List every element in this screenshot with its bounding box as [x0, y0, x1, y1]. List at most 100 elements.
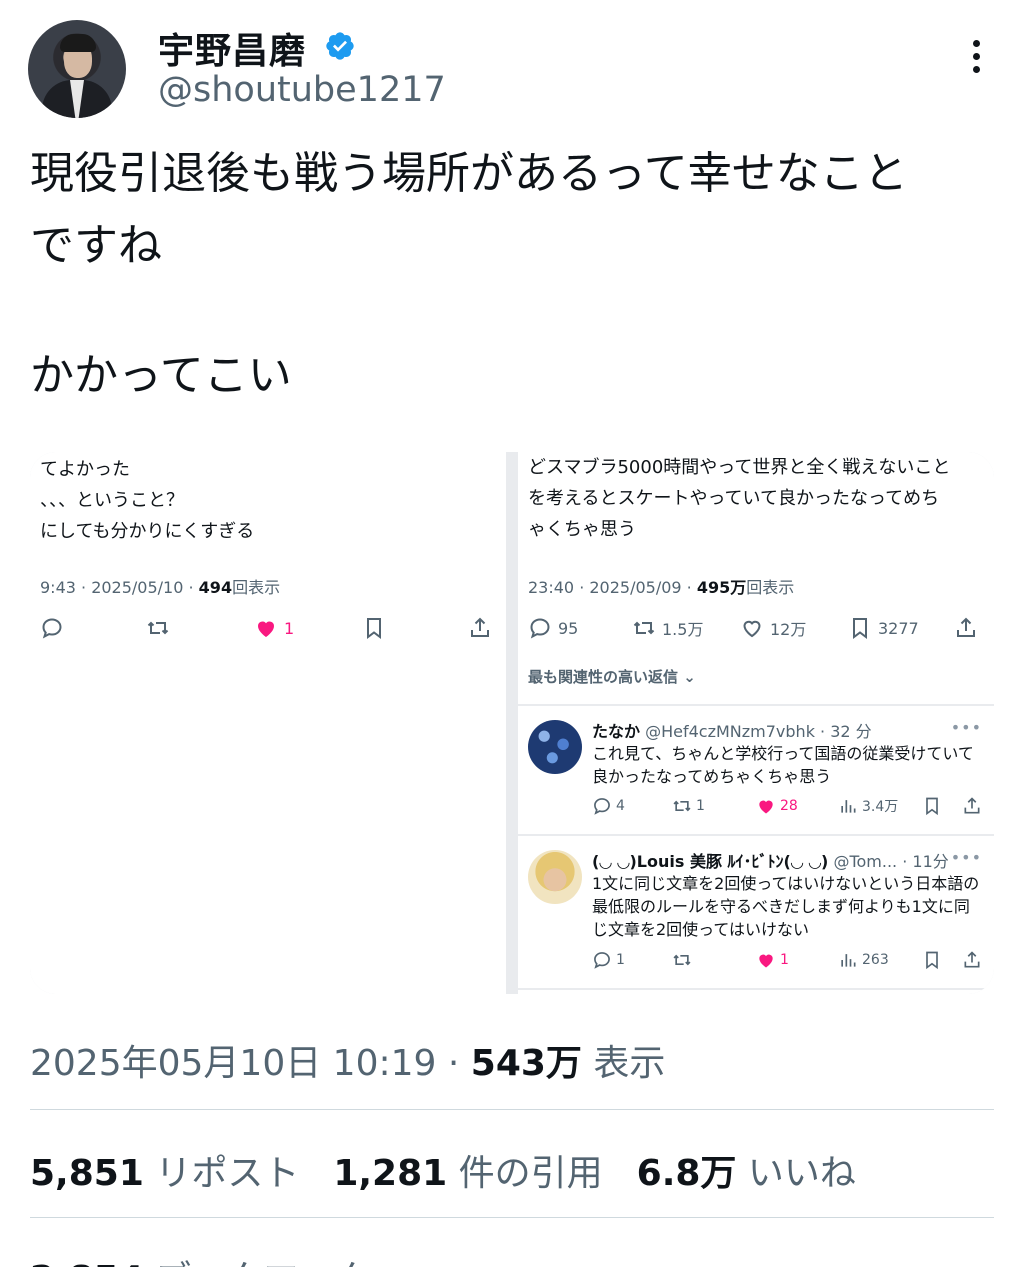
- post-time: 9:43 · 2025/05/10 ·: [40, 578, 199, 597]
- view-label: 表示: [581, 1043, 666, 1084]
- like-count: 12万: [770, 620, 807, 639]
- quoted-line: 、、、ということ？: [40, 490, 184, 511]
- reply-name[interactable]: (◡ ◡)Louis 美豚 ﾙｲ･ﾋﾞﾄﾝ(◡ ◡): [592, 852, 828, 871]
- like-button[interactable]: 1: [254, 614, 294, 642]
- bookmarks-stat[interactable]: 2,854 ブックマーク: [30, 1250, 371, 1267]
- more-options-icon[interactable]: •••: [951, 718, 982, 737]
- share-icon[interactable]: [954, 614, 978, 642]
- reposts-count: 5,851: [30, 1153, 144, 1194]
- views-button[interactable]: 3.4万: [838, 796, 898, 816]
- divider: [518, 988, 994, 990]
- like-button[interactable]: 1: [756, 950, 789, 970]
- post-views-suffix: 回表示: [232, 578, 281, 597]
- bookmark-icon[interactable]: [922, 796, 942, 816]
- post-views: 494: [198, 578, 233, 597]
- tweet-timestamp[interactable]: 2025年05月10日 10:19 · 543万 表示: [30, 1034, 665, 1086]
- reply-icon: [530, 618, 550, 639]
- repost-count: 1: [696, 798, 705, 814]
- reply-header: たなか @Hef4czMNzm7vbhk · 32 分: [592, 718, 872, 742]
- repost-icon[interactable]: [146, 614, 170, 642]
- reply-button[interactable]: 1: [592, 950, 625, 970]
- author-avatar[interactable]: [28, 20, 126, 118]
- post-views: 495万: [696, 578, 747, 597]
- quoted-text: どスマブラ5000時間やって世界と全く戦えないこと を考えるとスケートやっていて…: [528, 452, 988, 545]
- bookmarks-label: ブックマーク: [144, 1259, 371, 1267]
- repost-button[interactable]: 1: [672, 796, 705, 816]
- quoted-line: を考えるとスケートやっていて良かったなってめち: [528, 488, 940, 509]
- more-options-icon[interactable]: [960, 40, 992, 80]
- heart-icon: [258, 621, 274, 637]
- like-count: 1: [780, 952, 789, 968]
- quoted-line: どスマブラ5000時間やって世界と全く戦えないこと: [528, 457, 951, 478]
- reply-count: 1: [616, 952, 625, 968]
- quotes-count: 1,281: [333, 1153, 448, 1194]
- tweet-text: 現役引退後も戦う場所があるって幸せなこと ですね かかってこい: [30, 138, 990, 412]
- quotes-label: 件の引用: [447, 1153, 603, 1194]
- reply-item[interactable]: (◡ ◡)Louis 美豚 ﾙｲ･ﾋﾞﾄﾝ(◡ ◡) @Tom... · 11分…: [518, 836, 994, 988]
- chevron-down-icon: ⌄: [683, 668, 696, 686]
- post-actions: 1: [40, 614, 496, 642]
- repost-icon: [673, 800, 691, 812]
- views-button[interactable]: 263: [838, 950, 889, 970]
- author-display-name[interactable]: 宇野昌磨: [158, 22, 306, 74]
- divider: [30, 1217, 994, 1218]
- bookmark-icon: [853, 618, 867, 639]
- like-button[interactable]: 28: [756, 796, 798, 816]
- views-count: 3.4万: [862, 799, 899, 815]
- views-count: 263: [862, 952, 889, 968]
- screenshot-panel-left: てよかった 、、、ということ？ にしても分かりにくすぎる 9:43 · 2025…: [30, 452, 506, 994]
- bookmark-button[interactable]: 3277: [848, 614, 919, 642]
- reply-count: 4: [616, 798, 625, 814]
- repost-count: 1.5万: [662, 620, 704, 639]
- engagement-stats: 5,851 リポスト 1,281 件の引用 6.8万 いいね: [30, 1144, 856, 1196]
- reply-handle: @Hef4czMNzm7vbhk · 32 分: [645, 722, 872, 741]
- reposts-label: リポスト: [143, 1153, 300, 1194]
- reply-text: 1文に同じ文章を2回使ってはいけないという日本語の最低限のルールを守るべきだしま…: [592, 874, 980, 939]
- post-actions: 95 1.5万 12万 3277: [528, 614, 984, 642]
- share-icon[interactable]: [962, 950, 982, 970]
- tweet-line: ですね: [30, 220, 162, 271]
- analytics-icon: [841, 800, 856, 813]
- repost-button[interactable]: [672, 950, 696, 970]
- share-icon[interactable]: [962, 796, 982, 816]
- reply-name[interactable]: たなか: [592, 722, 640, 741]
- reply-actions: 1 1 263: [592, 950, 988, 972]
- reply-handle: @Tom... · 11分: [833, 852, 949, 871]
- bookmark-icon[interactable]: [362, 614, 386, 642]
- timestamp-text: 2025年05月10日 10:19 ·: [30, 1043, 471, 1084]
- reply-icon[interactable]: [40, 614, 64, 642]
- view-count: 543万: [470, 1043, 582, 1084]
- reply-icon: [594, 798, 610, 815]
- reply-item[interactable]: たなか @Hef4czMNzm7vbhk · 32 分 ••• これ見て、ちゃん…: [518, 706, 994, 834]
- reply-avatar[interactable]: [528, 850, 582, 904]
- reply-button[interactable]: 4: [592, 796, 625, 816]
- quotes-stat[interactable]: 1,281 件の引用: [333, 1144, 602, 1196]
- analytics-icon: [841, 954, 856, 967]
- repost-icon: [673, 954, 691, 966]
- verified-badge-icon: [326, 32, 354, 60]
- like-count: 28: [780, 798, 798, 814]
- attached-image[interactable]: てよかった 、、、ということ？ にしても分かりにくすぎる 9:43 · 2025…: [30, 452, 994, 994]
- reply-button[interactable]: 95: [528, 614, 578, 642]
- post-views-suffix: 回表示: [746, 578, 795, 597]
- like-button[interactable]: 12万: [740, 614, 806, 642]
- author-handle[interactable]: @shoutube1217: [158, 70, 446, 110]
- reply-avatar[interactable]: [528, 720, 582, 774]
- reply-count: 95: [558, 618, 579, 638]
- tweet-line: かかってこい: [30, 350, 292, 401]
- divider: [30, 1109, 994, 1110]
- heart-icon: [759, 800, 773, 814]
- reposts-stat[interactable]: 5,851 リポスト: [30, 1144, 299, 1196]
- repost-button[interactable]: 1.5万: [632, 614, 703, 642]
- reply-actions: 4 1 28 3.4万: [592, 796, 988, 818]
- more-options-icon[interactable]: •••: [951, 848, 982, 867]
- heart-icon: [743, 620, 761, 638]
- sort-replies-dropdown[interactable]: 最も関連性の高い返信 ⌄: [528, 666, 696, 687]
- bookmark-icon[interactable]: [922, 950, 942, 970]
- quoted-text: てよかった 、、、ということ？ にしても分かりにくすぎる: [40, 454, 500, 547]
- reply-header: (◡ ◡)Louis 美豚 ﾙｲ･ﾋﾞﾄﾝ(◡ ◡) @Tom... · 11分: [592, 848, 949, 872]
- likes-stat[interactable]: 6.8万 いいね: [637, 1144, 856, 1196]
- quoted-line: ゃくちゃ思う: [528, 519, 636, 540]
- share-icon[interactable]: [468, 614, 492, 642]
- avatar-hair: [60, 34, 96, 52]
